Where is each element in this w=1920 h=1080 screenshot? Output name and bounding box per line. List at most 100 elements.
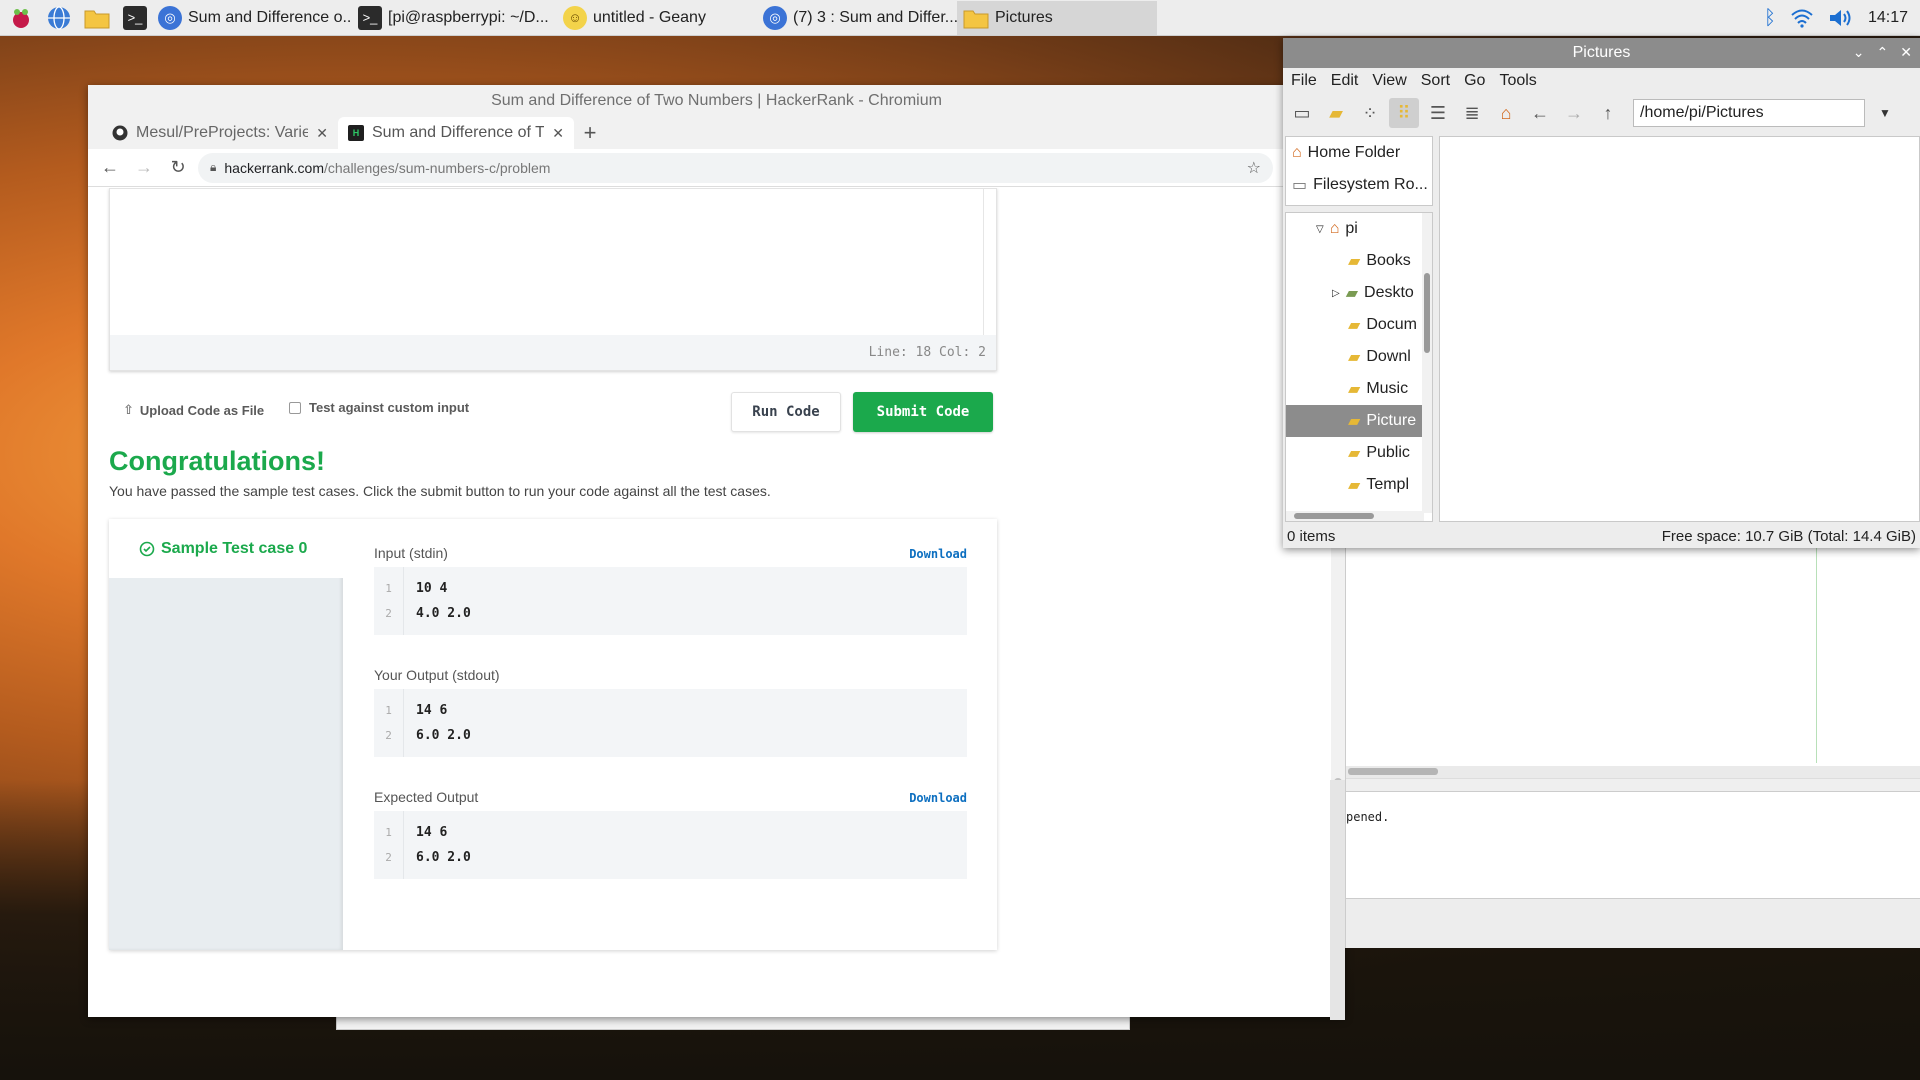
taskbar-item-chromium-2[interactable]: ◎ (7) 3 : Sum and Differ...	[757, 1, 957, 35]
code-editor-area[interactable]	[110, 189, 984, 337]
arrow-right-icon: →	[135, 157, 153, 177]
tree-item-public[interactable]: ▰ Public	[1286, 437, 1432, 469]
view-thumbnails-button[interactable]: ⠿	[1389, 98, 1419, 128]
upload-icon: ⇧	[123, 402, 134, 417]
tab-close-icon[interactable]: ✕	[552, 125, 564, 142]
close-icon[interactable]: ✕	[1900, 44, 1912, 61]
editor-status: Line: 18 Col: 2	[110, 335, 996, 370]
new-tab-button[interactable]: +	[574, 117, 606, 149]
volume-icon[interactable]	[1828, 8, 1854, 28]
forward-button[interactable]: →	[1559, 98, 1589, 128]
tree-vscrollbar[interactable]	[1422, 213, 1432, 513]
menu-sort[interactable]: Sort	[1421, 72, 1450, 90]
window-title-bar[interactable]: Sum and Difference of Two Numbers | Hack…	[88, 85, 1345, 117]
tree-item-books[interactable]: ▰ Books	[1286, 245, 1432, 277]
hackerrank-icon: H	[348, 125, 364, 141]
taskbar-item-geany[interactable]: ☺ untitled - Geany	[557, 1, 757, 35]
web-browser-launcher[interactable]	[42, 1, 76, 35]
menu-file[interactable]: File	[1291, 72, 1317, 90]
menu-tools[interactable]: Tools	[1499, 72, 1536, 90]
arrow-right-icon: →	[1565, 102, 1583, 123]
menu-go[interactable]: Go	[1464, 72, 1485, 90]
terminal-icon: >_	[123, 5, 147, 30]
pictures-folder-icon: ▰	[1348, 413, 1361, 430]
star-icon[interactable]: ☆	[1247, 158, 1261, 178]
run-code-button[interactable]: Run Code	[731, 392, 841, 432]
geany-splitter[interactable]	[1346, 778, 1920, 792]
tree-item-music[interactable]: ▰ Music	[1286, 373, 1432, 405]
taskbar-item-chromium-1[interactable]: ◎ Sum and Difference o...	[152, 1, 352, 35]
view-compact-button[interactable]: ☰	[1423, 98, 1453, 128]
forward-button[interactable]: →	[130, 154, 158, 182]
bluetooth-icon[interactable]: ᛒ	[1764, 7, 1776, 30]
back-button[interactable]: ←	[1525, 98, 1555, 128]
chevron-down-icon[interactable]: ▽	[1316, 224, 1324, 235]
address-bar[interactable]: 🔒︎ hackerrank.com/challenges/sum-numbers…	[198, 152, 1273, 183]
fm-places-panel: ⌂ Home Folder ▭ Filesystem Ro...	[1285, 136, 1433, 206]
chevron-right-icon[interactable]: ▷	[1332, 288, 1340, 299]
window-icon: ▭	[1293, 102, 1311, 123]
clock[interactable]: 14:17	[1868, 9, 1908, 27]
result-message: You have passed the sample test cases. C…	[109, 483, 771, 499]
fm-menubar: File Edit View Sort Go Tools	[1283, 68, 1920, 94]
new-folder-button[interactable]: ▰	[1321, 98, 1351, 128]
test-case-tab[interactable]: Sample Test case 0	[109, 519, 343, 578]
menu-view[interactable]: View	[1372, 72, 1406, 90]
downloads-folder-icon: ▰	[1348, 349, 1361, 366]
new-window-button[interactable]: ▭	[1287, 98, 1317, 128]
home-button[interactable]: ⌂	[1491, 98, 1521, 128]
taskbar-item-pictures[interactable]: Pictures	[957, 0, 1157, 35]
custom-input-checkbox[interactable]	[289, 401, 301, 414]
tab-github[interactable]: Mesul/PreProjects: Varie ✕	[102, 117, 338, 149]
desktop-folder-icon: ▰	[1345, 285, 1359, 302]
item-count: 0 items	[1287, 527, 1336, 545]
tree-item-desktop[interactable]: ▷ ▰ Deskto	[1286, 277, 1432, 309]
raspberry-menu-button[interactable]	[4, 1, 38, 35]
page-content: Line: 18 Col: 2 ⇧ Upload Code as File Te…	[88, 188, 1345, 1017]
minimize-icon[interactable]: ⌄	[1853, 44, 1865, 61]
test-case-list	[109, 519, 343, 950]
download-expected-link[interactable]: Download	[909, 791, 967, 805]
upload-code-link[interactable]: ⇧ Upload Code as File	[123, 402, 264, 418]
geany-hscrollbar[interactable]	[1346, 766, 1920, 778]
view-list-button[interactable]: ≣	[1457, 98, 1487, 128]
templates-folder-icon: ▰	[1348, 477, 1361, 494]
expected-block: Expected Output Download 12 14 6 6.0 2.0	[374, 783, 967, 879]
file-manager-launcher[interactable]	[80, 1, 114, 35]
tree-item-documents[interactable]: ▰ Docum	[1286, 309, 1432, 341]
up-button[interactable]: ↑	[1593, 98, 1623, 128]
submit-code-button[interactable]: Submit Code	[853, 392, 993, 432]
free-space: Free space: 10.7 GiB (Total: 14.4 GiB)	[1661, 527, 1916, 545]
fm-title-bar[interactable]: Pictures ⌄ ⌃ ✕	[1283, 38, 1920, 68]
reload-button[interactable]: ↻	[164, 154, 192, 182]
chromium-window: Sum and Difference of Two Numbers | Hack…	[88, 85, 1345, 1017]
back-button[interactable]: ←	[96, 154, 124, 182]
tab-close-icon[interactable]: ✕	[316, 125, 328, 142]
tree-item-downloads[interactable]: ▰ Downl	[1286, 341, 1432, 373]
tree-hscrollbar[interactable]	[1286, 511, 1424, 521]
public-folder-icon: ▰	[1348, 445, 1361, 462]
folder-icon	[963, 10, 989, 28]
tree-item-pi[interactable]: ▽ ⌂ pi	[1286, 213, 1432, 245]
music-folder-icon: ▰	[1348, 381, 1361, 398]
terminal-launcher[interactable]: >_	[118, 1, 152, 35]
arrow-left-icon: ←	[1531, 102, 1549, 123]
path-input[interactable]: /home/pi/Pictures	[1633, 99, 1865, 127]
input-code-box: 12 10 4 4.0 2.0	[374, 567, 967, 635]
menu-edit[interactable]: Edit	[1331, 72, 1359, 90]
arrow-up-icon: ↑	[1603, 102, 1613, 123]
view-icons-button[interactable]: ⁘	[1355, 98, 1385, 128]
place-home-folder[interactable]: ⌂ Home Folder	[1286, 137, 1432, 169]
tab-hackerrank[interactable]: H Sum and Difference of T ✕	[338, 117, 574, 149]
tab-strip: Mesul/PreProjects: Varie ✕ H Sum and Dif…	[88, 117, 1345, 149]
tree-item-templates[interactable]: ▰ Templ	[1286, 469, 1432, 501]
path-dropdown-icon[interactable]: ▼	[1879, 106, 1891, 120]
custom-input-toggle[interactable]: Test against custom input	[289, 400, 469, 415]
taskbar-item-terminal[interactable]: >_ [pi@raspberrypi: ~/D...	[352, 1, 557, 35]
place-filesystem-root[interactable]: ▭ Filesystem Ro...	[1286, 169, 1432, 201]
tree-item-pictures[interactable]: ▰ Picture	[1286, 405, 1432, 437]
wifi-icon[interactable]	[1790, 8, 1814, 28]
fm-file-view[interactable]	[1439, 136, 1920, 522]
download-input-link[interactable]: Download	[909, 547, 967, 561]
maximize-icon[interactable]: ⌃	[1877, 44, 1889, 61]
